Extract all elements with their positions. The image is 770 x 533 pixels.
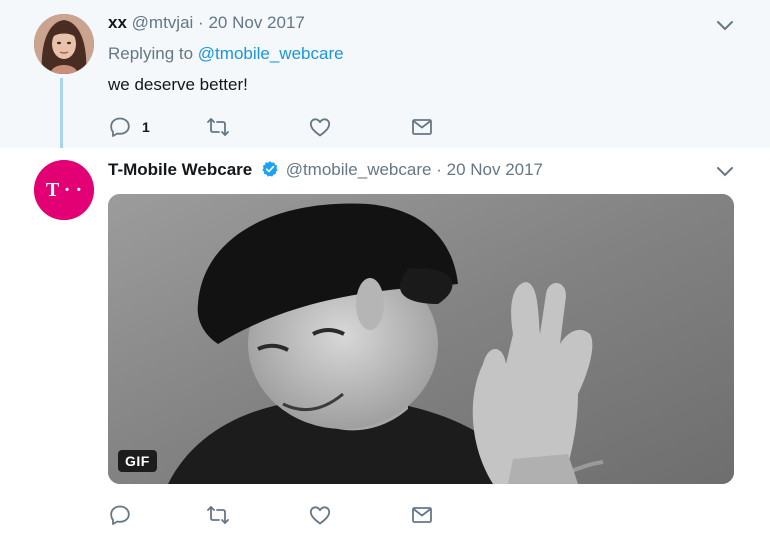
display-name[interactable]: xx [108,13,127,32]
main-tweet[interactable]: T · · T-Mobile Webcare @tmobile_webcare … [0,148,770,533]
gif-badge: GIF [118,450,157,472]
retweet-button[interactable] [206,115,230,139]
verified-badge-icon [262,161,278,177]
avatar-photo [34,14,94,74]
tweet-text: we deserve better! [108,75,248,94]
avatar-logo-text: T · · [46,179,82,201]
like-button[interactable] [308,115,332,139]
like-button[interactable] [308,503,332,527]
chevron-down-icon[interactable] [716,166,734,178]
user-handle[interactable]: @mtvjai [132,13,194,32]
reply-button[interactable] [108,503,132,527]
retweet-button[interactable] [206,503,230,527]
like-icon [309,118,331,137]
direct-message-button[interactable] [410,503,434,527]
direct-message-icon [412,507,432,523]
retweet-icon [207,506,229,524]
retweet-icon [207,118,229,136]
reply-icon [110,117,130,137]
replying-to: Replying to @tmobile_webcare [108,44,344,64]
avatar[interactable]: T · · [34,160,94,220]
thread-connector-line [60,78,63,154]
user-handle[interactable]: @tmobile_webcare [286,160,432,179]
separator: · [436,160,442,179]
chevron-down-icon[interactable] [716,20,734,32]
separator: · [198,13,204,32]
direct-message-icon [412,119,432,135]
direct-message-button[interactable] [410,115,434,139]
avatar[interactable] [34,14,94,74]
tweet-timestamp[interactable]: 20 Nov 2017 [447,160,543,179]
like-icon [309,506,331,525]
tweet-header: xx @mtvjai · 20 Nov 2017 [108,13,305,33]
replying-to-link[interactable]: @tmobile_webcare [198,44,344,63]
tweet-timestamp[interactable]: 20 Nov 2017 [208,13,304,32]
parent-tweet[interactable]: xx @mtvjai · 20 Nov 2017 Replying to @tm… [0,0,770,148]
display-name[interactable]: T-Mobile Webcare [108,160,252,179]
tweet-header: T-Mobile Webcare @tmobile_webcare · 20 N… [108,160,543,180]
reply-icon [110,505,130,525]
tmobile-logo: T · · [34,160,94,220]
replying-to-label: Replying to [108,44,194,63]
reply-button[interactable]: 1 [108,115,150,139]
reply-count: 1 [142,119,150,135]
gif-media[interactable]: GIF [108,194,734,484]
gif-image [108,194,734,484]
